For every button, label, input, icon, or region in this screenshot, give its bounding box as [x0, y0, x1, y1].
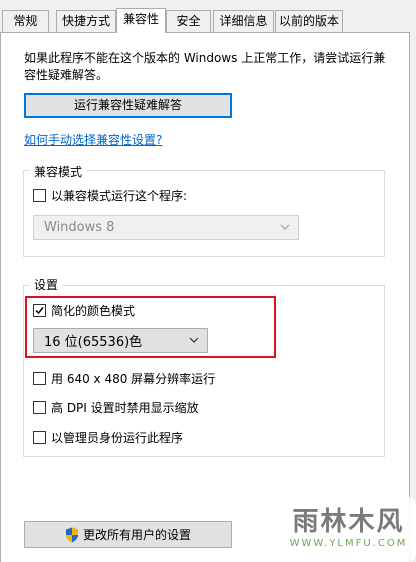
- run-as-admin-label: 以管理员身份运行此程序: [51, 431, 184, 445]
- chevron-down-icon: [280, 224, 290, 230]
- highlight-annotation-box: [25, 296, 276, 358]
- watermark-logo: 雨林木风 WWW.YLMFU.COM: [281, 497, 416, 562]
- uac-shield-icon: [65, 527, 78, 542]
- res640-checkbox-row[interactable]: 用 640 x 480 屏幕分辨率运行: [33, 370, 215, 387]
- manual-compat-settings-link[interactable]: 如何手动选择兼容性设置?: [24, 131, 162, 148]
- tab-security[interactable]: 安全: [166, 10, 211, 32]
- watermark-url: WWW.YLMFU.COM: [289, 538, 408, 549]
- tab-details[interactable]: 详细信息: [213, 10, 274, 32]
- compat-mode-checkbox[interactable]: [33, 189, 46, 202]
- change-settings-all-users-label: 更改所有用户的设置: [82, 528, 191, 542]
- tab-compatibility[interactable]: 兼容性: [116, 8, 166, 33]
- os-version-select[interactable]: Windows 8: [33, 215, 299, 240]
- tab-shortcut[interactable]: 快捷方式: [56, 10, 116, 32]
- run-as-admin-checkbox[interactable]: [33, 431, 46, 444]
- compat-mode-group-title: 兼容模式: [30, 163, 87, 180]
- watermark-brand: 雨林木风: [292, 507, 405, 537]
- os-version-select-value: Windows 8: [44, 220, 115, 235]
- compat-mode-checkbox-row[interactable]: 以兼容模式运行这个程序:: [33, 187, 187, 204]
- tab-bar: 常规 快捷方式 兼容性 安全 详细信息 以前的版本: [0, 0, 416, 33]
- tab-general[interactable]: 常规: [2, 10, 49, 32]
- res640-label: 用 640 x 480 屏幕分辨率运行: [51, 372, 216, 386]
- compat-mode-checkbox-label: 以兼容模式运行这个程序:: [51, 189, 188, 203]
- high-dpi-checkbox[interactable]: [33, 401, 46, 414]
- tab-previous-versions[interactable]: 以前的版本: [275, 10, 343, 32]
- compatibility-intro-text: 如果此程序不能在这个版本的 Windows 上正常工作，请尝试运行兼容性疑难解答…: [24, 51, 386, 82]
- high-dpi-checkbox-row[interactable]: 高 DPI 设置时禁用显示缩放: [33, 399, 199, 416]
- res640-checkbox[interactable]: [33, 372, 46, 385]
- change-settings-all-users-button[interactable]: 更改所有用户的设置: [24, 521, 232, 548]
- compat-mode-group: [23, 170, 385, 257]
- run-troubleshooter-button[interactable]: 运行兼容性疑难解答: [24, 93, 232, 118]
- run-as-admin-checkbox-row[interactable]: 以管理员身份运行此程序: [33, 429, 183, 446]
- settings-group-title: 设置: [30, 276, 63, 293]
- high-dpi-label: 高 DPI 设置时禁用显示缩放: [51, 401, 199, 415]
